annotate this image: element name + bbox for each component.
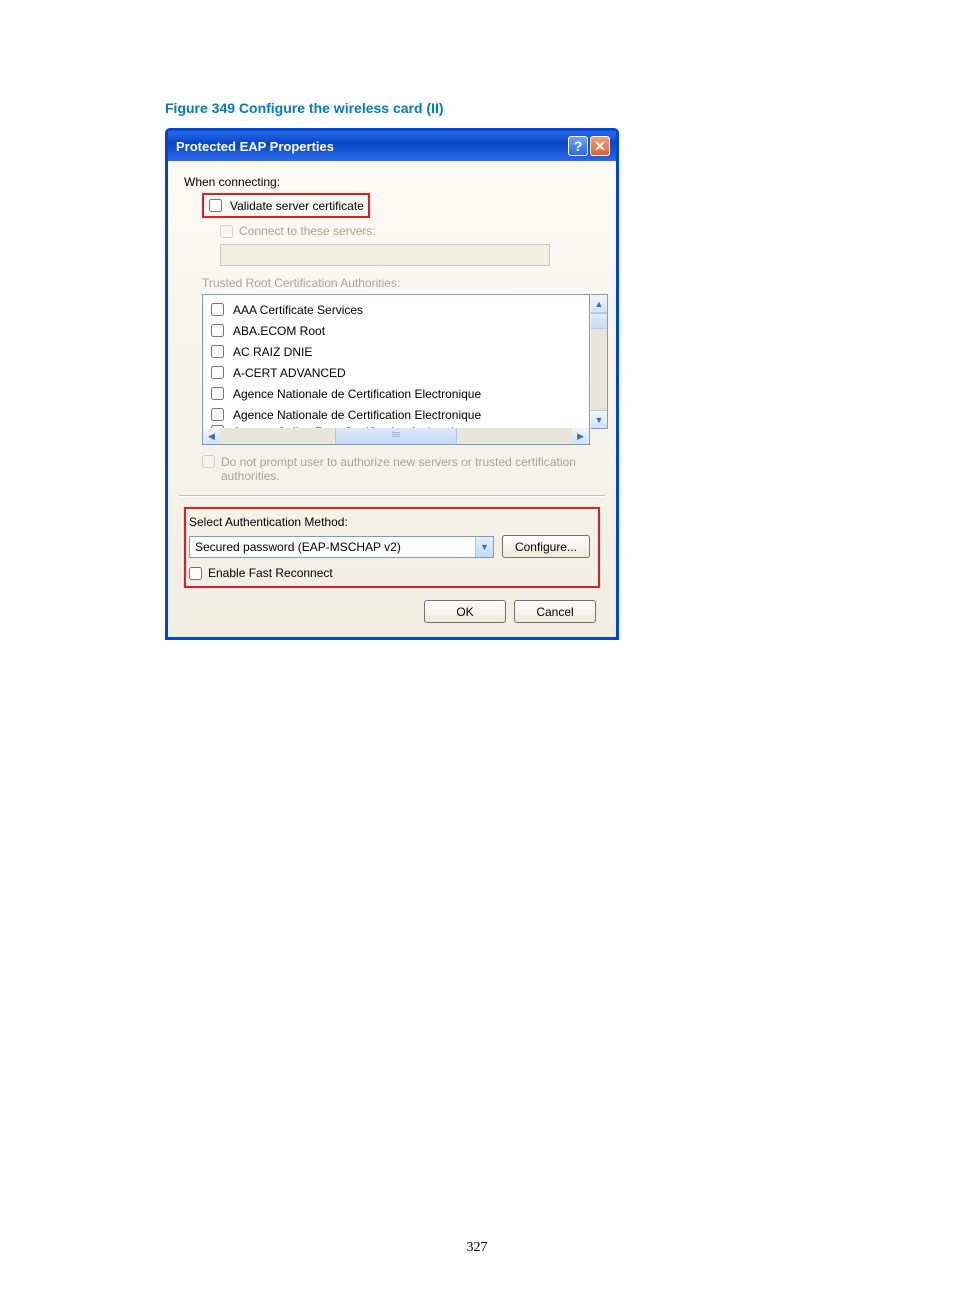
list-item[interactable]: AC RAIZ DNIE	[207, 341, 585, 362]
validate-server-certificate-label: Validate server certificate	[230, 199, 364, 213]
authority-checkbox[interactable]	[211, 366, 224, 379]
authority-label: AAA Certificate Services	[233, 303, 363, 317]
do-not-prompt-checkbox	[202, 455, 215, 468]
scroll-down-icon[interactable]: ▼	[591, 410, 607, 428]
scroll-up-icon[interactable]: ▲	[591, 295, 607, 313]
chevron-down-icon: ▼	[475, 537, 493, 557]
close-icon: ✕	[594, 139, 606, 153]
when-connecting-label: When connecting:	[184, 175, 600, 189]
list-item[interactable]: Agence Nationale de Certification Electr…	[207, 383, 585, 404]
dialog-title: Protected EAP Properties	[176, 139, 568, 154]
scroll-thumb[interactable]	[591, 313, 607, 329]
list-item[interactable]: A-CERT ADVANCED	[207, 362, 585, 383]
authority-label: A-CERT ADVANCED	[233, 366, 346, 380]
titlebar-buttons: ? ✕	[568, 136, 610, 156]
select-auth-method-label: Select Authentication Method:	[189, 515, 590, 529]
list-item[interactable]: Agence Nationale de Certification Electr…	[207, 404, 585, 425]
do-not-prompt-label: Do not prompt user to authorize new serv…	[221, 455, 581, 483]
scroll-right-icon[interactable]: ▶	[572, 428, 589, 444]
authority-label: Agence Nationale de Certification Electr…	[233, 408, 481, 422]
close-button[interactable]: ✕	[590, 136, 610, 156]
auth-method-dropdown[interactable]: Secured password (EAP-MSCHAP v2) ▼	[189, 536, 494, 558]
figure-caption: Figure 349 Configure the wireless card (…	[165, 100, 954, 116]
list-item[interactable]: ABA.ECOM Root	[207, 320, 585, 341]
auth-method-value: Secured password (EAP-MSCHAP v2)	[195, 540, 401, 554]
cancel-button[interactable]: Cancel	[514, 600, 596, 623]
trusted-root-label: Trusted Root Certification Authorities:	[202, 276, 600, 290]
help-button[interactable]: ?	[568, 136, 588, 156]
authority-label: ABA.ECOM Root	[233, 324, 325, 338]
trusted-root-listbox-wrapper: AAA Certificate Services ABA.ECOM Root A…	[202, 294, 608, 445]
auth-method-highlight: Select Authentication Method: Secured pa…	[184, 507, 600, 588]
horizontal-scrollbar[interactable]: ◀ ▶	[202, 428, 590, 445]
configure-button[interactable]: Configure...	[502, 535, 590, 558]
dialog-button-row: OK Cancel	[184, 600, 600, 623]
authority-checkbox[interactable]	[211, 408, 224, 421]
authority-checkbox[interactable]	[211, 387, 224, 400]
eap-properties-dialog: Protected EAP Properties ? ✕ When connec…	[165, 128, 619, 640]
scroll-left-icon[interactable]: ◀	[203, 428, 220, 444]
authority-checkbox[interactable]	[211, 303, 224, 316]
validate-server-certificate-checkbox[interactable]	[209, 199, 222, 212]
ok-button[interactable]: OK	[424, 600, 506, 623]
titlebar: Protected EAP Properties ? ✕	[168, 131, 616, 161]
connect-to-servers-label: Connect to these servers:	[239, 224, 376, 238]
validate-server-certificate-highlight: Validate server certificate	[202, 193, 370, 218]
help-icon: ?	[574, 139, 583, 153]
scroll-thumb-horizontal[interactable]	[335, 428, 457, 444]
separator	[179, 495, 605, 497]
enable-fast-reconnect-checkbox[interactable]	[189, 567, 202, 580]
page-number: 327	[0, 1240, 954, 1256]
authority-label: AC RAIZ DNIE	[233, 345, 312, 359]
trusted-root-listbox[interactable]: AAA Certificate Services ABA.ECOM Root A…	[202, 294, 590, 429]
authority-label: Agence Nationale de Certification Electr…	[233, 387, 481, 401]
connect-to-servers-checkbox	[220, 225, 233, 238]
list-item[interactable]: AAA Certificate Services	[207, 299, 585, 320]
enable-fast-reconnect-label: Enable Fast Reconnect	[208, 566, 333, 580]
connect-to-servers-input	[220, 244, 550, 266]
authority-checkbox[interactable]	[211, 345, 224, 358]
authority-checkbox[interactable]	[211, 324, 224, 337]
vertical-scrollbar[interactable]: ▲ ▼	[591, 294, 608, 429]
dialog-body: When connecting: Validate server certifi…	[168, 161, 616, 637]
